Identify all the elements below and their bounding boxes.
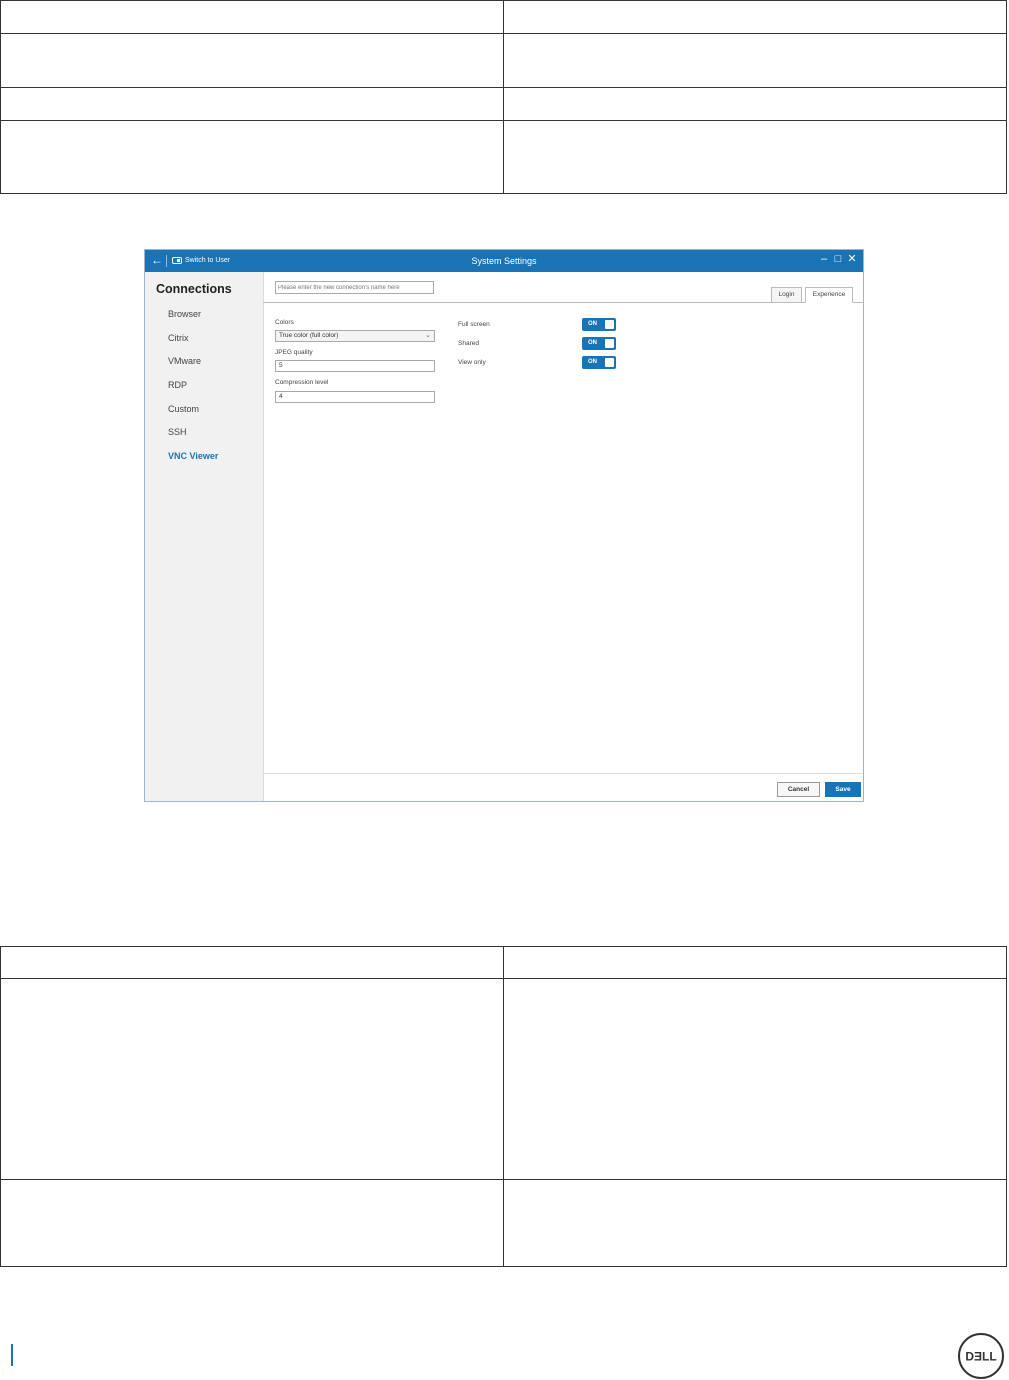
- table-cell: [0, 0, 504, 34]
- table-cell: [0, 120, 504, 194]
- maximize-icon[interactable]: □: [832, 252, 844, 266]
- sidebar-item-custom[interactable]: Custom: [168, 404, 199, 414]
- sidebar-item-rdp[interactable]: RDP: [168, 380, 187, 390]
- page-marker-bar: [11, 1344, 13, 1366]
- view-only-toggle[interactable]: ON: [582, 356, 616, 369]
- top-table: [0, 0, 1007, 194]
- table-cell: [503, 120, 1007, 194]
- full-screen-toggle[interactable]: ON: [582, 318, 616, 331]
- colors-label: Colors: [275, 319, 294, 326]
- table-cell: [0, 87, 504, 121]
- colors-select[interactable]: True color (full color) ⌄: [275, 330, 435, 342]
- full-screen-label: Full screen: [458, 321, 490, 328]
- dell-logo: DƎLL: [958, 1333, 1004, 1379]
- compression-level-label: Compression level: [275, 379, 329, 386]
- window-title: System Settings: [471, 256, 537, 266]
- colors-value: True color (full color): [279, 332, 339, 339]
- cancel-button[interactable]: Cancel: [777, 782, 820, 797]
- table-cell: [503, 1179, 1007, 1267]
- toggle-knob: [605, 358, 614, 367]
- chevron-down-icon: ⌄: [425, 332, 431, 339]
- shared-toggle[interactable]: ON: [582, 337, 616, 350]
- svg-text:DƎLL: DƎLL: [965, 1350, 996, 1364]
- sidebar-item-browser[interactable]: Browser: [168, 309, 201, 319]
- sidebar-heading: Connections: [156, 282, 232, 296]
- close-icon[interactable]: ✕: [846, 252, 858, 266]
- sidebar-item-vnc-viewer[interactable]: VNC Viewer: [168, 451, 218, 461]
- jpeg-quality-input[interactable]: 5: [275, 360, 435, 372]
- toggle-state: ON: [588, 321, 597, 327]
- save-button[interactable]: Save: [825, 782, 861, 797]
- minimize-icon[interactable]: –: [818, 252, 830, 266]
- table-cell: [0, 33, 504, 88]
- sidebar-item-ssh[interactable]: SSH: [168, 427, 187, 437]
- connection-name-input[interactable]: [275, 281, 434, 294]
- table-cell: [503, 978, 1007, 1180]
- table-cell: [0, 978, 504, 1180]
- sidebar: Connections Browser Citrix VMware RDP Cu…: [145, 272, 264, 801]
- title-bar: ← Switch to User System Settings – □ ✕: [145, 250, 863, 272]
- sidebar-item-citrix[interactable]: Citrix: [168, 333, 189, 343]
- view-only-label: View only: [458, 359, 486, 366]
- toggle-knob: [605, 339, 614, 348]
- tab-login[interactable]: Login: [771, 287, 802, 303]
- jpeg-quality-label: JPEG quality: [275, 349, 313, 356]
- table-cell: [503, 87, 1007, 121]
- table-cell: [0, 946, 504, 979]
- toggle-state: ON: [588, 359, 597, 365]
- toggle-knob: [605, 320, 614, 329]
- table-cell: [503, 946, 1007, 979]
- toggle-state: ON: [588, 340, 597, 346]
- sidebar-item-vmware[interactable]: VMware: [168, 356, 201, 366]
- table-cell: [503, 33, 1007, 88]
- shared-label: Shared: [458, 340, 479, 347]
- system-settings-window: ← Switch to User System Settings – □ ✕ C…: [144, 249, 864, 802]
- table-cell: [0, 1179, 504, 1267]
- compression-level-input[interactable]: 4: [275, 391, 435, 403]
- tab-experience[interactable]: Experience: [805, 287, 853, 303]
- footer-divider: [263, 773, 863, 774]
- bottom-table: [0, 946, 1007, 1267]
- table-cell: [503, 0, 1007, 34]
